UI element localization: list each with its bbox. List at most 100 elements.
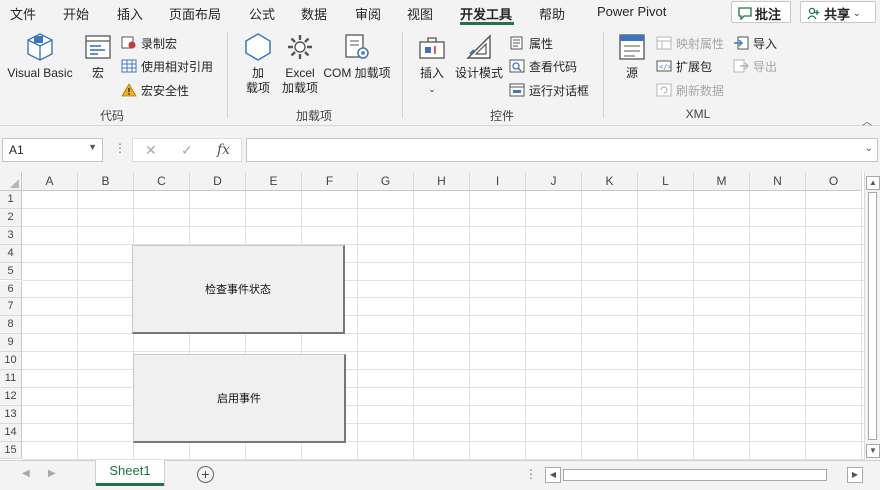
xml-export-label: 导出 [753, 59, 778, 74]
row-header[interactable]: 7 [0, 298, 22, 317]
worksheet-grid[interactable]: A B C D E F G H I J K L M N O 1 2 3 4 5 6 7 8 9 10 11 12 13 14 15 [0, 172, 864, 460]
column-header[interactable]: E [246, 172, 302, 191]
scroll-up-icon[interactable]: ▲ [866, 176, 880, 190]
scroll-down-icon[interactable]: ▼ [866, 444, 880, 458]
add-sheet-icon[interactable]: + [197, 466, 214, 483]
more-options-icon[interactable]: ⋮ [525, 467, 537, 481]
tab-power-pivot[interactable]: Power Pivot [597, 4, 666, 19]
tab-home[interactable]: 开始 [63, 4, 89, 23]
gridline [637, 191, 638, 460]
properties-button[interactable]: 属性 [509, 34, 553, 52]
row-header[interactable]: 4 [0, 244, 22, 263]
check-event-status-button[interactable]: 检查事件状态 [132, 245, 345, 334]
visual-basic-button[interactable]: Visual Basic [4, 32, 76, 81]
row-header[interactable]: 9 [0, 334, 22, 353]
sheet-tab-sheet1[interactable]: Sheet1 [96, 460, 164, 486]
view-code-button[interactable]: 查看代码 [509, 57, 577, 75]
row-header[interactable]: 13 [0, 405, 22, 424]
formula-input[interactable]: ⌄ [246, 138, 878, 162]
gridline [861, 191, 862, 460]
column-header[interactable]: K [582, 172, 638, 191]
column-header[interactable]: F [302, 172, 358, 191]
tab-developer[interactable]: 开发工具 [460, 4, 512, 23]
row-header[interactable]: 5 [0, 262, 22, 281]
tab-view[interactable]: 视图 [407, 4, 433, 23]
gridline [469, 191, 470, 460]
horizontal-scrollbar[interactable]: ◀ ▶ [545, 467, 863, 483]
column-header[interactable]: C [134, 172, 190, 191]
row-header[interactable]: 11 [0, 370, 22, 388]
row-header[interactable]: 1 [0, 191, 22, 209]
column-header[interactable]: A [22, 172, 78, 191]
tab-review[interactable]: 审阅 [355, 4, 381, 23]
addins-label-line2: 载项 [245, 81, 270, 95]
group-divider [402, 32, 403, 118]
scroll-left-icon[interactable]: ◀ [545, 467, 561, 483]
refresh-data-icon [656, 83, 672, 97]
xml-source-button[interactable]: 源 [614, 32, 650, 81]
vertical-scrollbar[interactable]: ▲ ▼ [864, 172, 880, 460]
column-header[interactable]: B [78, 172, 134, 191]
cancel-icon[interactable]: ✕ [145, 142, 157, 159]
run-dialog-icon [509, 83, 525, 97]
vertical-scroll-thumb[interactable] [868, 192, 877, 440]
tab-insert[interactable]: 插入 [117, 4, 143, 23]
view-code-label: 查看代码 [529, 59, 578, 74]
macros-button[interactable]: 宏 [80, 32, 116, 81]
row-header[interactable]: 12 [0, 387, 22, 406]
row-header[interactable]: 3 [0, 226, 22, 245]
row-header[interactable]: 2 [0, 208, 22, 227]
comments-button[interactable]: 批注 [731, 1, 791, 23]
column-header[interactable]: L [638, 172, 694, 191]
macro-security-button[interactable]: 宏安全性 [121, 81, 189, 99]
more-options-icon[interactable]: ⋮ [114, 141, 126, 155]
column-header[interactable]: I [470, 172, 526, 191]
refresh-data-button[interactable]: 刷新数据 [656, 81, 724, 99]
tab-file[interactable]: 文件 [10, 4, 36, 23]
tab-help[interactable]: 帮助 [539, 4, 565, 23]
column-header[interactable]: N [750, 172, 806, 191]
column-header[interactable]: D [190, 172, 246, 191]
tab-data[interactable]: 数据 [301, 4, 327, 23]
name-box[interactable]: A1 ▼ [2, 138, 103, 162]
row-header[interactable]: 6 [0, 280, 22, 299]
column-header[interactable]: J [526, 172, 582, 191]
addins-button[interactable]: 加 载项 [238, 32, 278, 96]
collapse-ribbon-icon[interactable]: ︿ [862, 113, 872, 128]
chevron-down-icon[interactable]: ▼ [88, 142, 97, 152]
scroll-right-icon[interactable]: ▶ [847, 467, 863, 483]
com-addins-button[interactable]: COM 加载项 [321, 32, 393, 81]
tab-formulas[interactable]: 公式 [249, 4, 275, 23]
tab-page-layout[interactable]: 页面布局 [169, 4, 221, 23]
enable-events-button[interactable]: 启用事件 [133, 354, 346, 443]
share-button[interactable]: 共享 ⌄ [800, 1, 876, 23]
xml-import-button[interactable]: 导入 [733, 34, 777, 52]
confirm-icon[interactable]: ✓ [181, 142, 193, 159]
column-header[interactable]: H [414, 172, 470, 191]
expand-formula-icon[interactable]: ⌄ [865, 143, 873, 154]
select-all-corner[interactable] [0, 172, 22, 191]
prev-sheet-icon[interactable]: ◀ [22, 468, 30, 479]
comment-icon [738, 6, 752, 20]
excel-addins-button[interactable]: Excel 加载项 [280, 32, 320, 96]
row-header[interactable]: 8 [0, 316, 22, 335]
insert-control-button[interactable]: 插入 ⌄ [414, 32, 450, 97]
run-dialog-button[interactable]: 运行对话框 [509, 81, 589, 99]
column-header[interactable]: M [694, 172, 750, 191]
next-sheet-icon[interactable]: ▶ [48, 468, 56, 479]
row-header[interactable]: 10 [0, 352, 22, 370]
gridline [413, 191, 414, 460]
row-header[interactable]: 14 [0, 423, 22, 442]
map-properties-button[interactable]: 映射属性 [656, 34, 724, 52]
expansion-packs-button[interactable]: </> 扩展包 [656, 57, 712, 75]
xml-export-button[interactable]: 导出 [733, 57, 777, 75]
design-mode-button[interactable]: 设计模式 [453, 32, 505, 81]
horizontal-scroll-thumb[interactable] [563, 469, 827, 481]
gridline [693, 191, 694, 460]
record-macro-button[interactable]: 录制宏 [121, 34, 177, 52]
row-header[interactable]: 15 [0, 441, 22, 460]
relative-references-button[interactable]: 使用相对引用 [121, 57, 213, 75]
column-header[interactable]: O [806, 172, 862, 191]
insert-function-icon[interactable]: fx [217, 142, 230, 158]
column-header[interactable]: G [358, 172, 414, 191]
